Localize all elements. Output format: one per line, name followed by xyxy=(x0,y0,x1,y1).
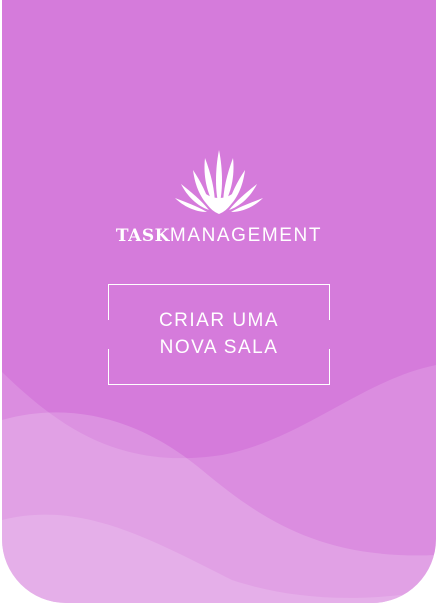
agave-plant-icon xyxy=(175,150,263,214)
create-room-label: CRIAR UMA NOVA SALA xyxy=(108,307,330,361)
brand-name-bold: TASK xyxy=(115,226,170,246)
brand-name-light: MANAGEMENT xyxy=(169,225,323,246)
app-card: TASKMANAGEMENT CRIAR UMA NOVA SALA xyxy=(2,0,436,603)
create-room-button[interactable]: CRIAR UMA NOVA SALA xyxy=(108,284,330,385)
brand-wordmark: TASKMANAGEMENT xyxy=(2,224,436,249)
create-room-label-line2: NOVA SALA xyxy=(159,337,279,358)
create-room-label-line1: CRIAR UMA xyxy=(158,310,280,331)
